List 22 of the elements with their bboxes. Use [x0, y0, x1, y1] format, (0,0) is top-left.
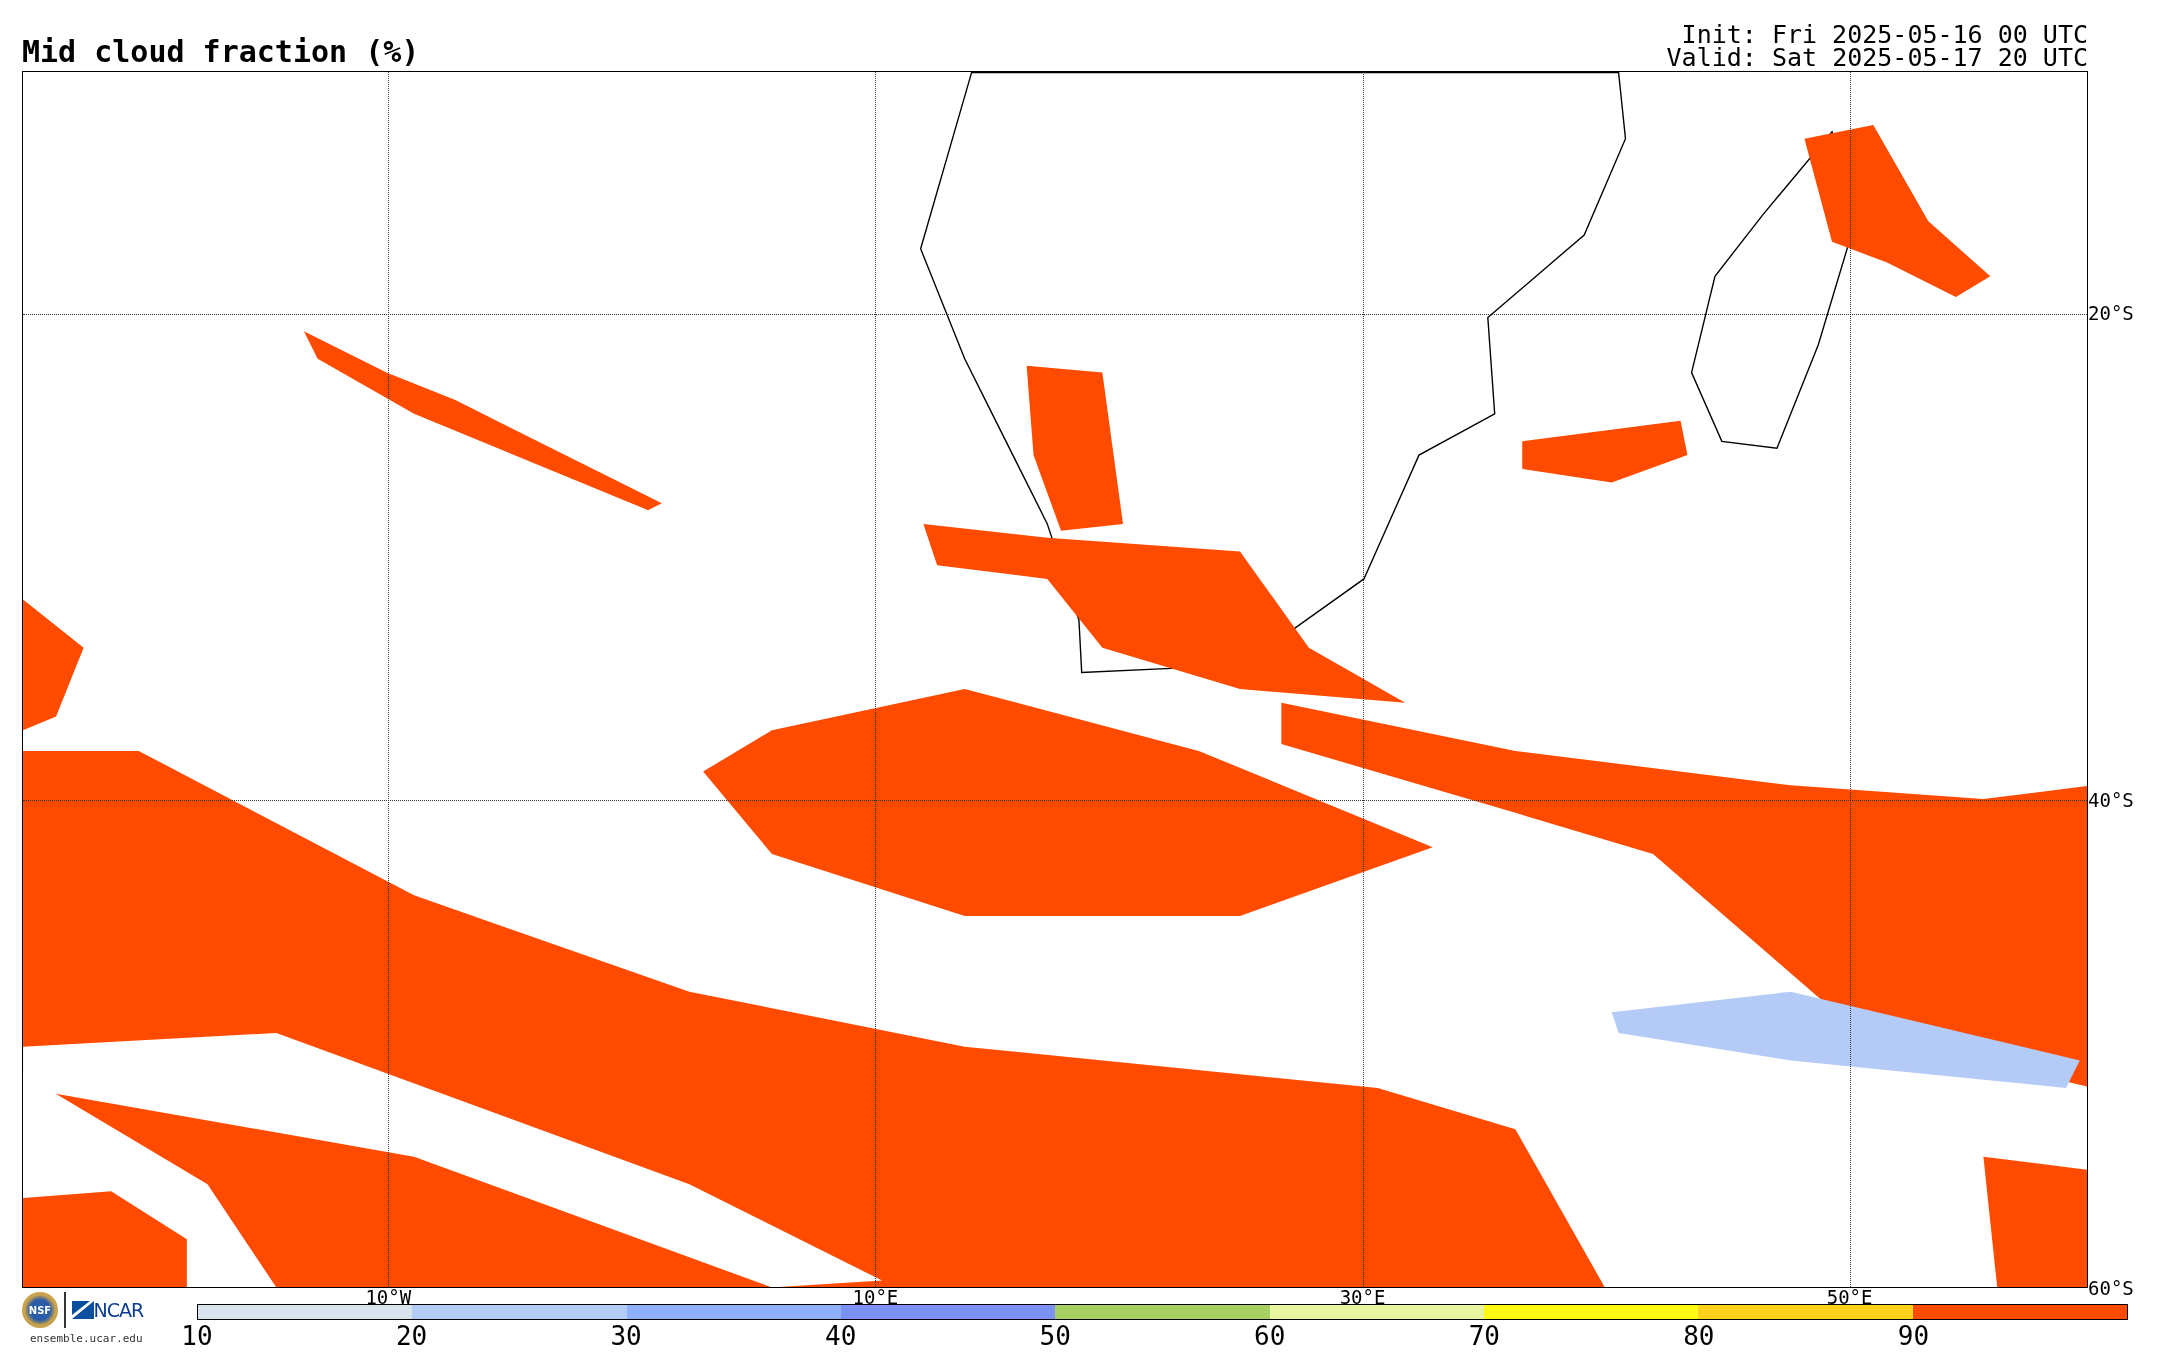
latitude-label: 60°S — [2088, 1278, 2134, 1298]
longitude-label: 10°E — [852, 1287, 899, 1307]
nsf-logo: NSF — [22, 1292, 58, 1328]
colorbar-tick-label: 90 — [1897, 1322, 1930, 1350]
latitude-label: 40°S — [2088, 789, 2134, 810]
longitude-label: 30°E — [1339, 1287, 1386, 1307]
colorbar-tick-label: 10 — [181, 1322, 213, 1350]
map-title: Mid cloud fraction (%) — [22, 37, 420, 71]
colorbar-tick-label: 50 — [1039, 1322, 1071, 1350]
colorbar-tick-label: 60 — [1254, 1322, 1286, 1350]
latitude-label: 20°S — [2088, 303, 2134, 324]
longitude-label: 10°W — [365, 1287, 412, 1307]
run-info: Valid: Sat 2025-05-17 20 UTC — [1666, 46, 2088, 69]
colorbar-tick-label: 70 — [1468, 1322, 1500, 1350]
colorbar-tick-label: 20 — [395, 1322, 428, 1350]
ncar-logo-text: NCAR — [93, 1299, 144, 1321]
colorbar-tick-label: 80 — [1683, 1322, 1715, 1350]
colorbar-tick-label: 30 — [610, 1322, 642, 1350]
colorbar-tick-label: 40 — [825, 1322, 857, 1350]
run-info: Init: Fri 2025-05-16 00 UTC — [1681, 23, 2088, 46]
longitude-label: 50°E — [1826, 1287, 1873, 1307]
ncar-logo-icon — [71, 1301, 94, 1319]
